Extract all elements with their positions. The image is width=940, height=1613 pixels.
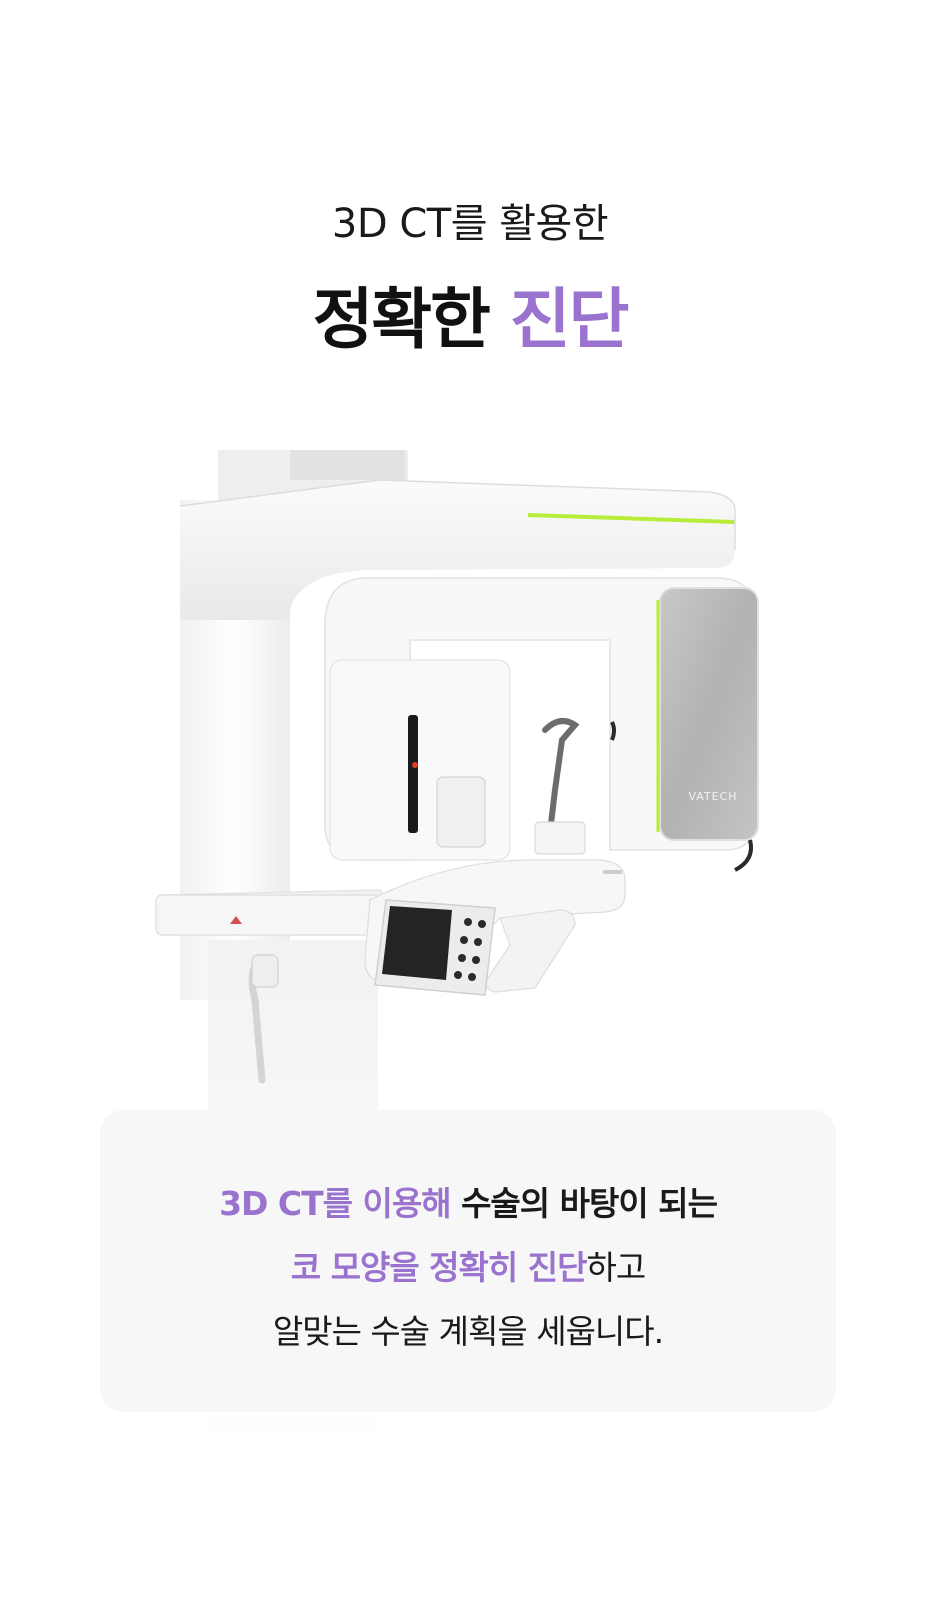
info-line-1: 3D CT를 이용해 수술의 바탕이 되는 (100, 1184, 836, 1224)
info-line-2-rest: 하고 (586, 1248, 646, 1287)
section-subtitle: 3D CT를 활용한 (331, 201, 609, 247)
title-accent: 진단 (509, 281, 629, 358)
info-line-2-accent: 코 모양을 정확히 진단 (290, 1248, 588, 1287)
info-line-3: 알맞는 수술 계획을 세웁니다. (272, 1312, 664, 1351)
title-main: 정확한 (312, 281, 510, 358)
section-title: 정확한 진단 (0, 280, 940, 360)
info-line-1-accent: 3D CT를 이용해 (219, 1184, 452, 1223)
info-line-2: 코 모양을 정확히 진단하고 (100, 1248, 836, 1288)
info-line-1-bold: 수술의 바탕이 되는 (450, 1184, 718, 1223)
page: 3D CT를 활용한 정확한 진단 VATECH 3D CT를 이용해 수술의 … (0, 0, 940, 1613)
brand-label: VATECH (688, 790, 737, 803)
info-card: 3D CT를 이용해 수술의 바탕이 되는 코 모양을 정확히 진단하고 알맞는… (100, 1110, 836, 1412)
